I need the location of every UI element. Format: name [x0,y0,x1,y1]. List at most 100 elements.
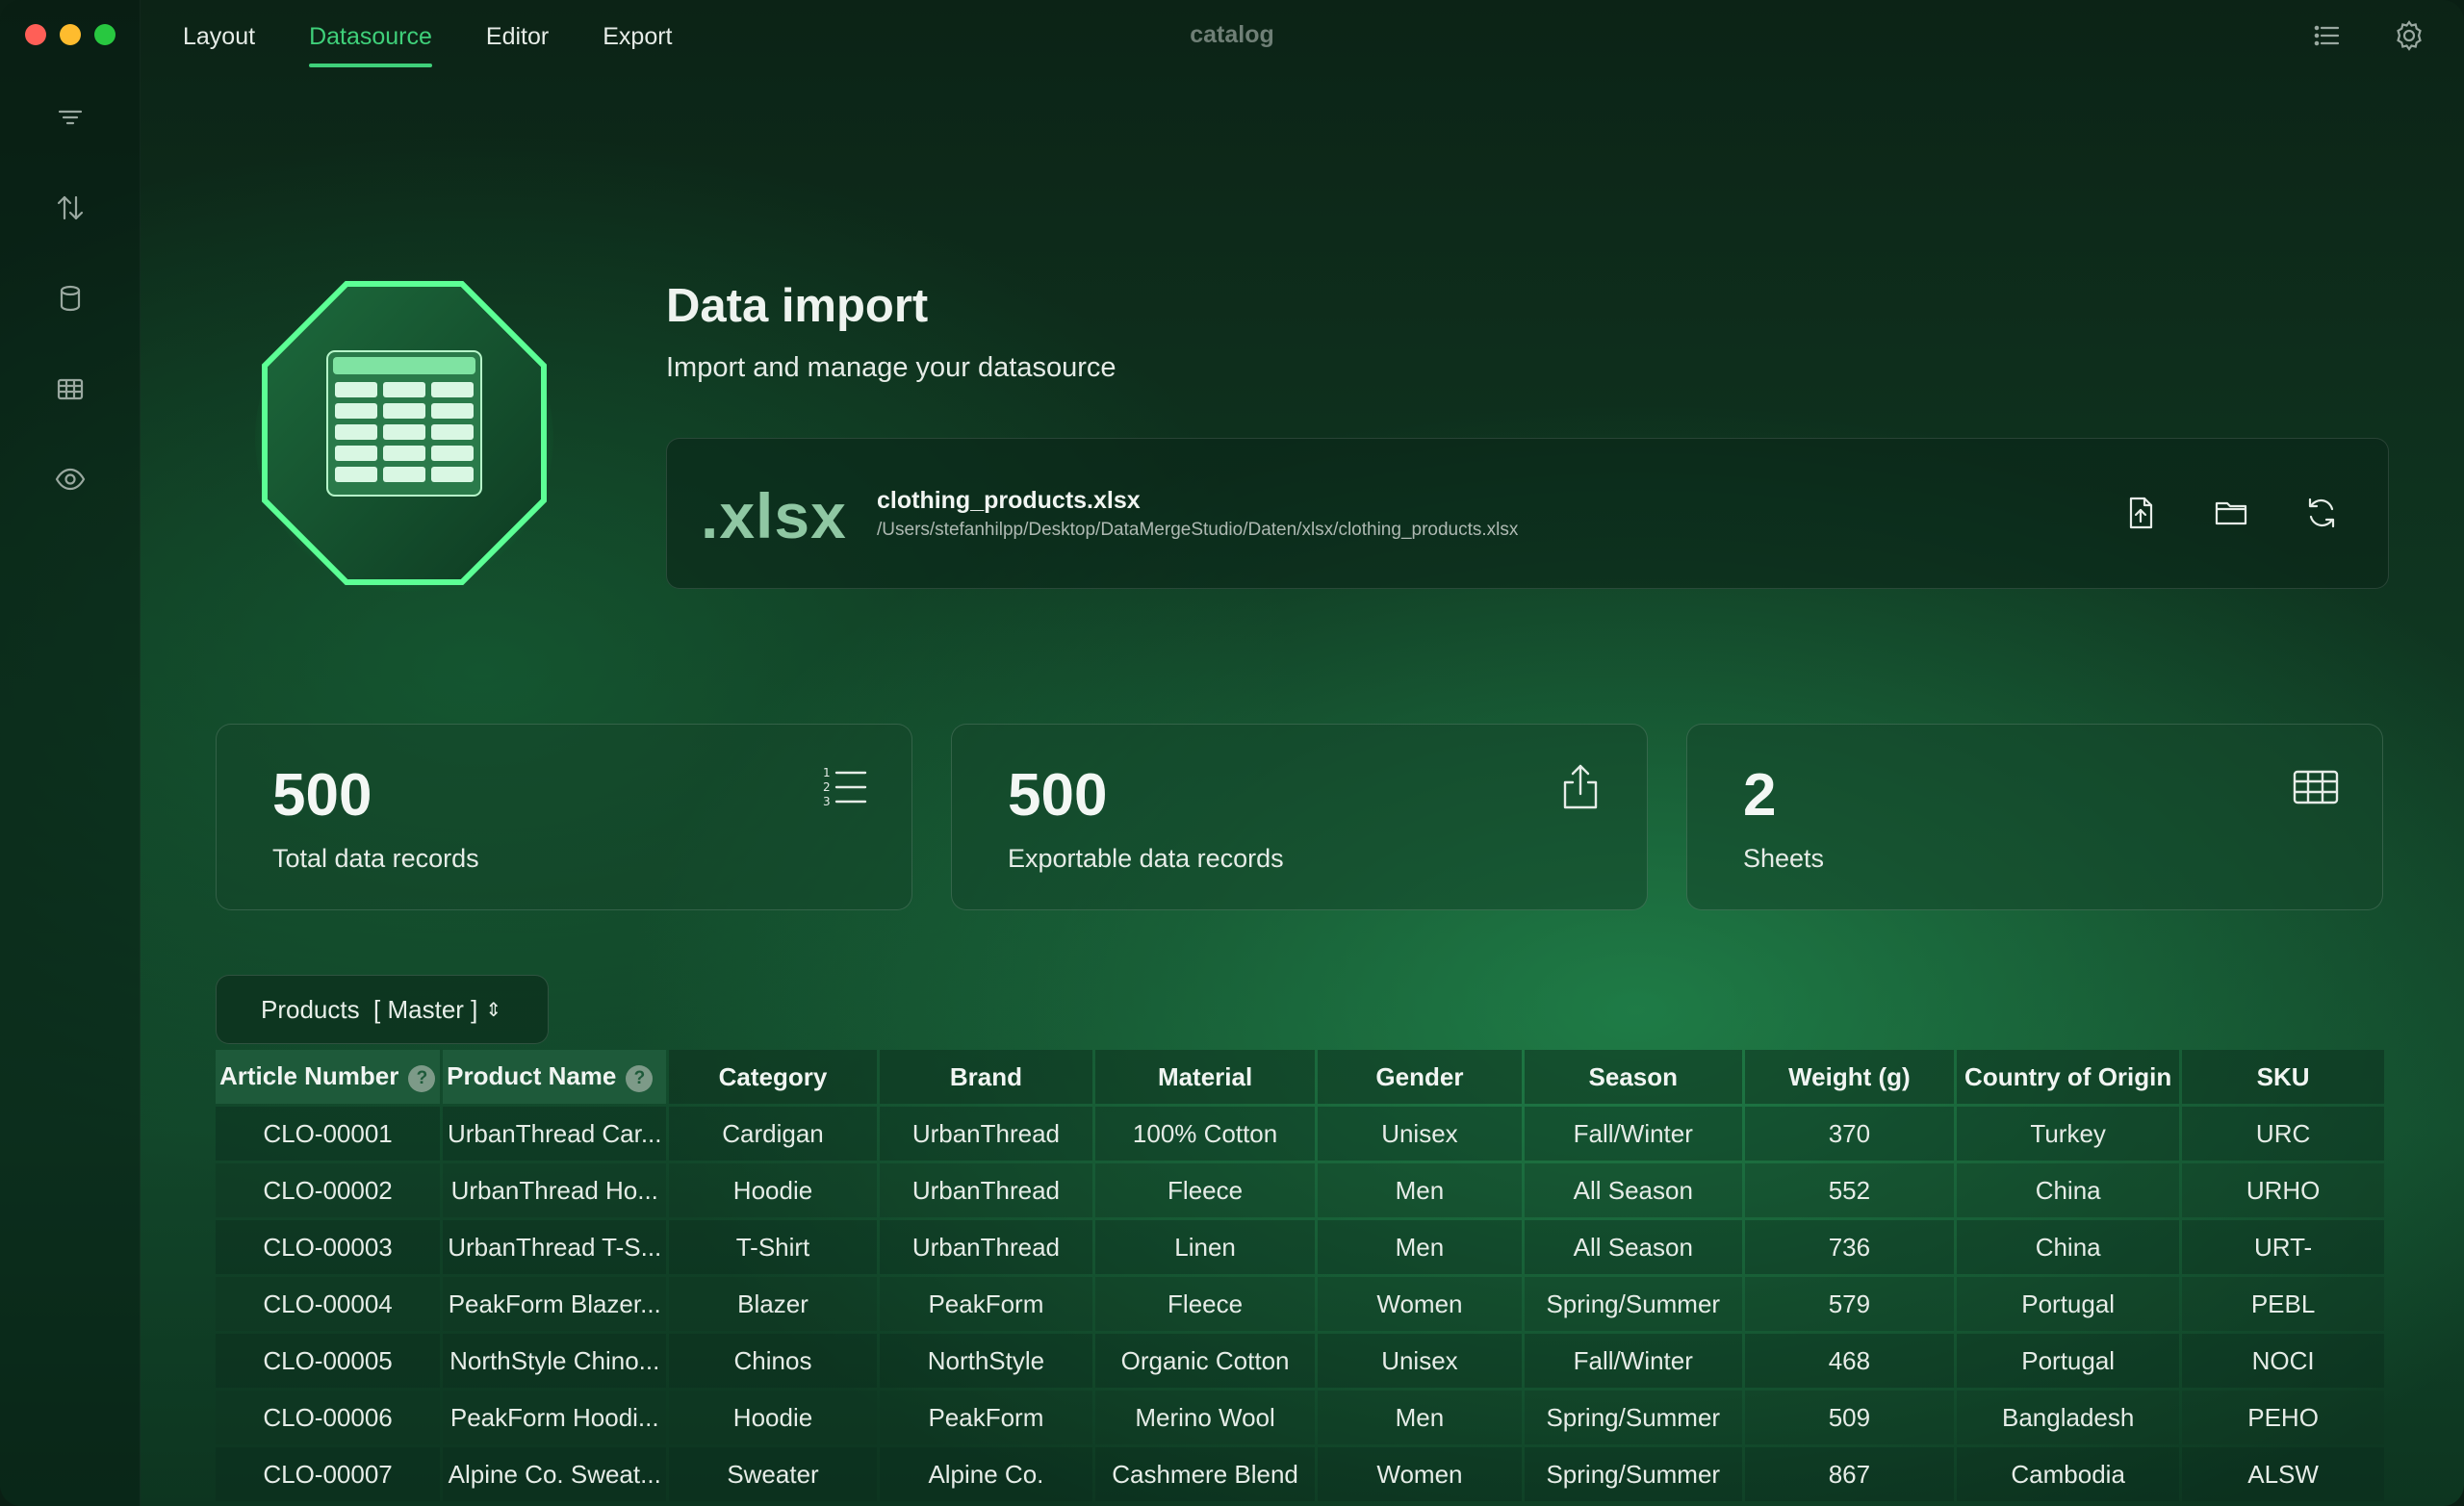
table-cell[interactable]: 509 [1744,1391,1955,1444]
table-cell[interactable]: Turkey [1957,1107,2180,1161]
table-row[interactable]: CLO-00006 PeakForm Hoodi... Hoodie PeakForm… [216,1391,2384,1444]
table-cell[interactable]: NorthStyle [879,1334,1093,1388]
table-cell[interactable]: URT- [2182,1220,2384,1274]
table-cell[interactable]: CLO-00004 [216,1277,441,1331]
table-cell[interactable]: Fall/Winter [1524,1107,1742,1161]
open-folder-icon[interactable] [2213,495,2249,531]
column-header-product-name[interactable]: Product Name? [443,1050,667,1104]
database-icon[interactable] [54,282,87,315]
table-cell[interactable]: All Season [1524,1220,1742,1274]
table-cell[interactable]: CLO-00007 [216,1447,441,1501]
table-cell[interactable]: Men [1317,1220,1522,1274]
table-cell[interactable]: Spring/Summer [1524,1447,1742,1501]
table-cell[interactable]: Bangladesh [1957,1391,2180,1444]
table-row[interactable]: CLO-00002 UrbanThread Ho... Hoodie UrbanThr… [216,1163,2384,1217]
table-cell[interactable]: Alpine Co. [879,1447,1093,1501]
table-cell[interactable]: Chinos [669,1334,877,1388]
table-cell[interactable]: Organic Cotton [1095,1334,1315,1388]
refresh-icon[interactable] [2303,495,2340,531]
column-header-category[interactable]: Category [669,1050,877,1104]
table-cell[interactable]: Women [1317,1447,1522,1501]
table-cell[interactable]: UrbanThread Car... [443,1107,667,1161]
column-header-article-number[interactable]: Article Number? [216,1050,441,1104]
table-cell[interactable]: PEHO [2182,1391,2384,1444]
table-cell[interactable]: Spring/Summer [1524,1391,1742,1444]
table-cell[interactable]: Portugal [1957,1277,2180,1331]
table-cell[interactable]: CLO-00001 [216,1107,441,1161]
table-cell[interactable]: PeakForm Hoodi... [443,1391,667,1444]
table-cell[interactable]: CLO-00002 [216,1163,441,1217]
table-cell[interactable]: China [1957,1220,2180,1274]
column-header-gender[interactable]: Gender [1317,1050,1522,1104]
tab-export[interactable]: Export [576,21,699,67]
table-cell[interactable]: Cashmere Blend [1095,1447,1315,1501]
settings-gear-icon[interactable] [2393,19,2426,52]
table-cell[interactable]: UrbanThread T-S... [443,1220,667,1274]
table-cell[interactable]: UrbanThread [879,1220,1093,1274]
table-cell[interactable]: 736 [1744,1220,1955,1274]
table-cell[interactable]: Hoodie [669,1391,877,1444]
table-cell[interactable]: Unisex [1317,1107,1522,1161]
table-cell[interactable]: Linen [1095,1220,1315,1274]
table-cell[interactable]: Unisex [1317,1334,1522,1388]
table-cell[interactable]: PeakForm [879,1391,1093,1444]
list-icon[interactable] [2310,19,2343,52]
column-header-material[interactable]: Material [1095,1050,1315,1104]
table-cell[interactable]: Sweater [669,1447,877,1501]
tab-datasource[interactable]: Datasource [278,21,459,67]
table-row[interactable]: CLO-00001 UrbanThread Car... Cardigan Urban… [216,1107,2384,1161]
table-cell[interactable]: PEBL [2182,1277,2384,1331]
table-cell[interactable]: Fleece [1095,1277,1315,1331]
filter-icon[interactable] [54,101,87,134]
table-cell[interactable]: PeakForm Blazer... [443,1277,667,1331]
table-cell[interactable]: CLO-00006 [216,1391,441,1444]
sort-icon[interactable] [54,191,87,224]
sheet-selector[interactable]: Products [ Master ] ⇕ [216,975,549,1044]
table-cell[interactable]: 579 [1744,1277,1955,1331]
table-cell[interactable]: UrbanThread Ho... [443,1163,667,1217]
table-cell[interactable]: T-Shirt [669,1220,877,1274]
table-cell[interactable]: ALSW [2182,1447,2384,1501]
table-cell[interactable]: Hoodie [669,1163,877,1217]
table-cell[interactable]: URHO [2182,1163,2384,1217]
table-cell[interactable]: 100% Cotton [1095,1107,1315,1161]
table-cell[interactable]: Blazer [669,1277,877,1331]
preview-eye-icon[interactable] [54,463,87,496]
help-icon[interactable]: ? [626,1064,654,1092]
tab-editor[interactable]: Editor [459,21,576,67]
table-cell[interactable]: Alpine Co. Sweat... [443,1447,667,1501]
table-cell[interactable]: CLO-00005 [216,1334,441,1388]
table-icon[interactable] [54,372,87,405]
table-cell[interactable]: Fleece [1095,1163,1315,1217]
table-cell[interactable]: 867 [1744,1447,1955,1501]
table-row[interactable]: CLO-00004 PeakForm Blazer... Blazer PeakFor… [216,1277,2384,1331]
table-row[interactable]: CLO-00003 UrbanThread T-S... T-Shirt UrbanT… [216,1220,2384,1274]
column-header-sku[interactable]: SKU [2182,1050,2384,1104]
column-header-country[interactable]: Country of Origin [1957,1050,2180,1104]
table-cell[interactable]: NOCI [2182,1334,2384,1388]
table-cell[interactable]: CLO-00003 [216,1220,441,1274]
table-cell[interactable]: UrbanThread [879,1107,1093,1161]
table-cell[interactable]: 468 [1744,1334,1955,1388]
table-cell[interactable]: Portugal [1957,1334,2180,1388]
zoom-window-button[interactable] [94,24,116,45]
column-header-weight[interactable]: Weight (g) [1744,1050,1955,1104]
table-cell[interactable]: Men [1317,1163,1522,1217]
table-cell[interactable]: Men [1317,1391,1522,1444]
table-cell[interactable]: All Season [1524,1163,1742,1217]
table-cell[interactable]: Fall/Winter [1524,1334,1742,1388]
table-cell[interactable]: NorthStyle Chino... [443,1334,667,1388]
minimize-window-button[interactable] [60,24,81,45]
table-cell[interactable]: China [1957,1163,2180,1217]
tab-layout[interactable]: Layout [183,21,282,67]
table-row[interactable]: CLO-00007 Alpine Co. Sweat... Sweater Alpin… [216,1447,2384,1501]
table-cell[interactable]: Cardigan [669,1107,877,1161]
table-row[interactable]: CLO-00005 NorthStyle Chino... Chinos NorthS… [216,1334,2384,1388]
column-header-brand[interactable]: Brand [879,1050,1093,1104]
table-cell[interactable]: 370 [1744,1107,1955,1161]
table-cell[interactable]: URC [2182,1107,2384,1161]
table-cell[interactable]: PeakForm [879,1277,1093,1331]
table-cell[interactable]: Women [1317,1277,1522,1331]
table-cell[interactable]: Merino Wool [1095,1391,1315,1444]
help-icon[interactable]: ? [408,1064,436,1092]
